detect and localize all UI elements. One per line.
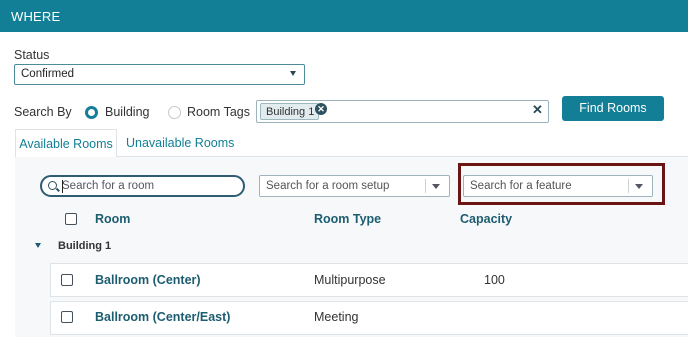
clear-tags-icon[interactable]: ✕ <box>532 102 543 118</box>
radio-building-label[interactable]: Building <box>105 105 149 119</box>
radio-building[interactable] <box>85 106 98 119</box>
remove-tag-icon[interactable]: ✕ <box>315 103 327 115</box>
row-checkbox[interactable] <box>61 311 73 323</box>
tab-available-rooms[interactable]: Available Rooms <box>15 129 117 157</box>
room-type: Meeting <box>314 310 359 324</box>
collapse-caret-icon[interactable] <box>35 243 41 248</box>
text-cursor <box>62 180 63 193</box>
room-setup-select[interactable]: Search for a room setup <box>259 175 450 197</box>
status-select-value: Confirmed <box>21 68 75 80</box>
room-name[interactable]: Ballroom (Center) <box>95 273 201 287</box>
chevron-down-icon <box>290 71 296 76</box>
status-label: Status <box>14 48 50 62</box>
status-select[interactable]: Confirmed <box>14 64 305 85</box>
find-rooms-button[interactable]: Find Rooms <box>562 96 664 121</box>
room-type: Multipurpose <box>314 273 386 287</box>
column-room-type[interactable]: Room Type <box>314 212 381 226</box>
row-checkbox[interactable] <box>61 274 73 286</box>
column-capacity[interactable]: Capacity <box>460 212 512 226</box>
room-name[interactable]: Ballroom (Center/East) <box>95 310 230 324</box>
chevron-down-icon <box>432 184 440 189</box>
room-capacity: 100 <box>484 273 505 287</box>
radio-room-tags[interactable] <box>168 106 181 119</box>
search-icon <box>48 181 57 190</box>
column-room[interactable]: Room <box>95 212 130 226</box>
select-all-checkbox[interactable] <box>65 213 77 225</box>
room-search-placeholder: Search for a room <box>62 180 155 192</box>
select-divider <box>425 179 426 193</box>
building-tag-chip-label: Building 1 <box>266 106 315 118</box>
tab-unavailable-rooms[interactable]: Unavailable Rooms <box>126 129 234 157</box>
room-search-input[interactable]: Search for a room <box>40 175 245 197</box>
room-setup-placeholder: Search for a room setup <box>266 180 390 192</box>
radio-room-tags-label[interactable]: Room Tags <box>187 105 250 119</box>
building-tag-chip: Building 1 <box>260 103 320 120</box>
where-header: WHERE <box>0 0 688 32</box>
search-by-label: Search By <box>14 105 72 119</box>
building-tag-input[interactable]: Building 1 <box>256 100 549 123</box>
feature-highlight-box <box>458 163 665 205</box>
group-label: Building 1 <box>58 240 112 252</box>
header-title: WHERE <box>11 9 61 24</box>
